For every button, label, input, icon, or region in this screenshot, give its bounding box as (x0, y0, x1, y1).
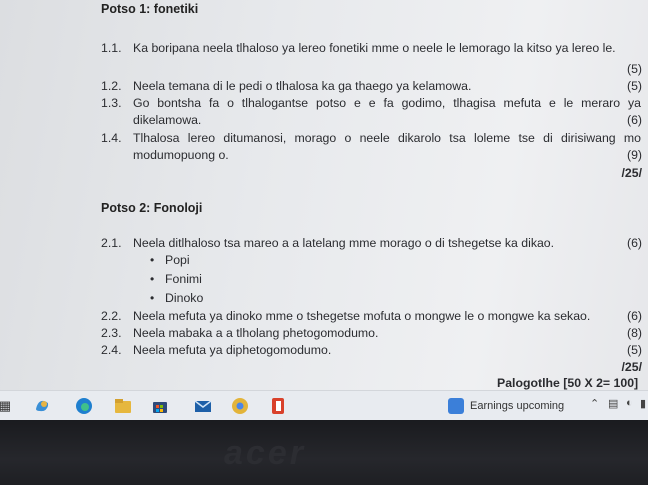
list-item: Popi (165, 253, 190, 267)
bullet-icon: • (150, 291, 155, 305)
item-text: Neela ditlhaloso tsa mareo a a latelang … (133, 236, 555, 250)
item-mark: (6) (626, 309, 642, 323)
item-number: 1.3. (101, 96, 122, 110)
office-icon[interactable] (268, 396, 288, 416)
item-mark: (5) (626, 343, 642, 357)
item-mark: (6) (626, 236, 642, 250)
list-item: Dinoko (165, 291, 204, 305)
item-mark: (8) (626, 326, 642, 340)
item-mark: (5) (626, 79, 642, 93)
item-text: Neela mabaka a a tlholang phetogomodumo. (133, 326, 379, 340)
item-text: Go bontsha fa o tlhalogantse potso e e f… (133, 96, 641, 127)
laptop-bezel: acer (0, 420, 648, 485)
item-mark: (5) (626, 62, 642, 76)
brand-logo: acer (224, 434, 306, 472)
edge-icon[interactable] (74, 396, 94, 416)
item-text: Neela mefuta ya dinoko mme o tshegetse m… (133, 309, 591, 323)
item-number: 1.2. (101, 79, 122, 93)
bullet-icon: • (150, 272, 155, 286)
section1-total: /25/ (621, 166, 642, 180)
item-number: 2.2. (101, 309, 122, 323)
item-number: 2.1. (101, 236, 122, 250)
item-number: 1.1. (101, 41, 122, 55)
item-number: 2.4. (101, 343, 122, 357)
chevron-up-icon[interactable]: ⌃ (590, 397, 599, 410)
windows-start-icon[interactable]: ▦ (0, 396, 11, 416)
store-icon[interactable] (150, 396, 170, 416)
file-explorer-icon[interactable] (113, 396, 133, 416)
search-widget[interactable]: Earnings upcoming (448, 395, 580, 417)
clipboard-icon[interactable]: ▤ (608, 397, 618, 410)
item-number: 2.3. (101, 326, 122, 340)
volume-icon[interactable]: ▮ (640, 397, 646, 410)
copilot-icon[interactable] (32, 396, 52, 416)
list-item: Fonimi (165, 272, 202, 286)
item-text: Neela mefuta ya diphetogomodumo. (133, 343, 332, 357)
mail-icon[interactable] (193, 396, 213, 416)
item-text: Tlhalosa lereo ditumanosi, morago o neel… (133, 131, 641, 162)
item-mark: (6) (626, 113, 642, 127)
search-widget-label: Earnings upcoming (470, 400, 565, 412)
item-mark: (9) (626, 148, 642, 162)
section2-title: Potso 2: Fonoloji (101, 201, 203, 215)
bullet-icon: • (150, 253, 155, 267)
section2-total: /25/ (621, 360, 642, 374)
item-number: 1.4. (101, 131, 122, 145)
chrome-icon[interactable] (230, 396, 250, 416)
document-page: Potso 1: fonetiki 1.1. Ka boripana neela… (0, 0, 648, 390)
item-text: Neela temana di le pedi o tlhalosa ka ga… (133, 79, 472, 93)
taskbar: ▦ Earnings upcoming ⌃ ▤ ◐ ▮ (0, 390, 648, 421)
grand-total: Palogotlhe [50 X 2= 100] (497, 376, 639, 390)
section1-title: Potso 1: fonetiki (101, 2, 199, 16)
network-icon[interactable]: ◐ (626, 397, 633, 409)
chart-icon (448, 398, 464, 414)
screen: Potso 1: fonetiki 1.1. Ka boripana neela… (0, 0, 648, 390)
item-text: Ka boripana neela tlhaloso ya lereo fone… (133, 41, 616, 55)
